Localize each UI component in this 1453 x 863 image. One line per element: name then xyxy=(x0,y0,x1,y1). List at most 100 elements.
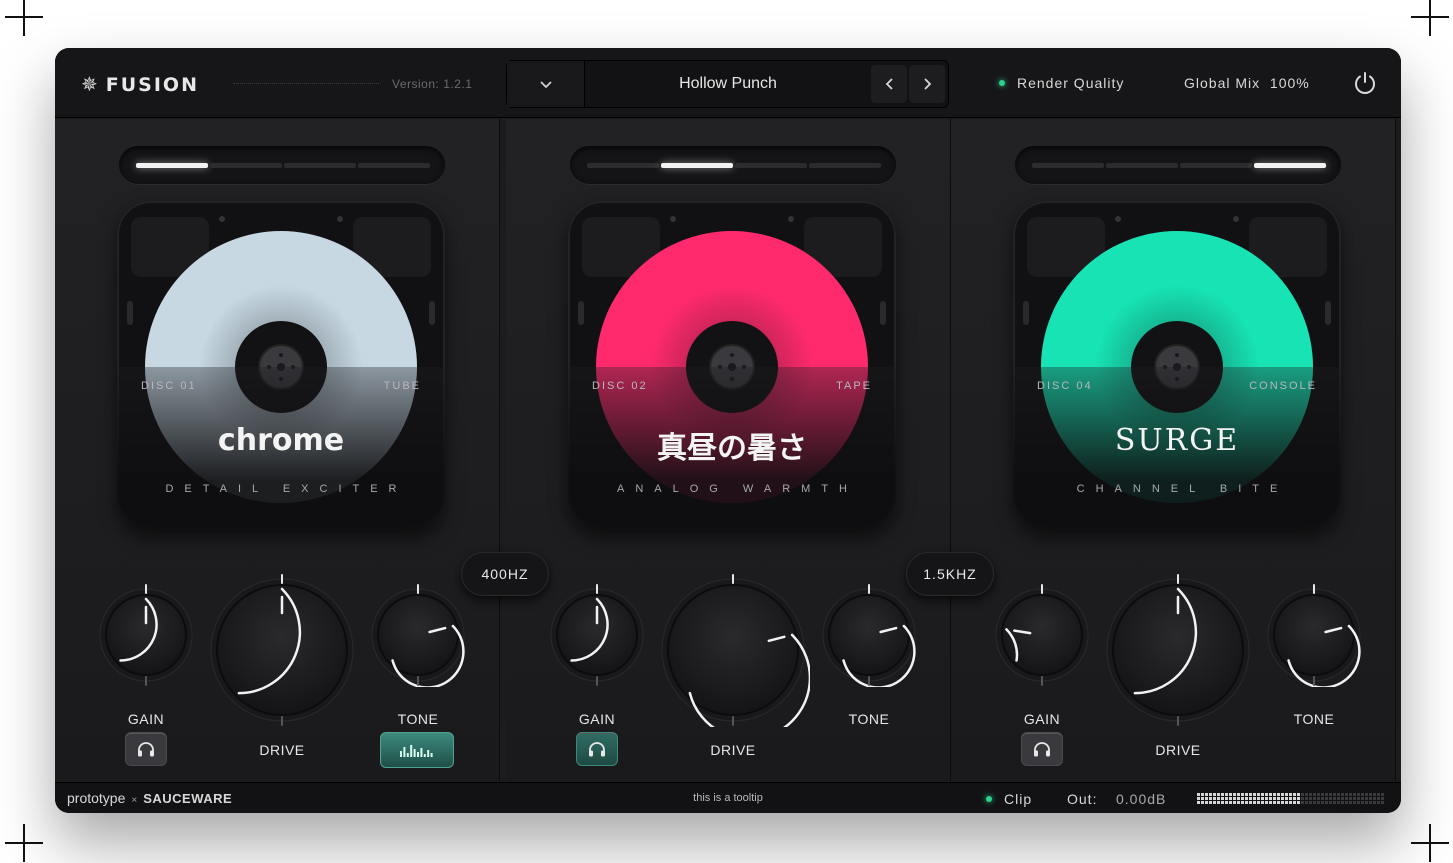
disc-selector-segment[interactable] xyxy=(661,163,733,168)
meter-cell xyxy=(1297,797,1300,800)
disc-title: chrome xyxy=(217,423,345,458)
disc-subtitle: CHANNEL BITE xyxy=(1076,483,1289,495)
gain-knob[interactable] xyxy=(545,583,649,692)
disc-selector xyxy=(570,146,896,184)
tone-analyzer-button[interactable] xyxy=(380,732,454,768)
preset-name[interactable]: Hollow Punch xyxy=(585,75,871,93)
render-quality-toggle[interactable]: Render Quality xyxy=(999,75,1124,91)
meter-cell xyxy=(1213,797,1216,800)
meter-cell xyxy=(1249,801,1252,804)
disc-selector xyxy=(119,146,445,184)
gain-knob[interactable] xyxy=(990,583,1094,692)
meter-cell xyxy=(1325,801,1328,804)
power-icon[interactable] xyxy=(1352,70,1378,96)
meter-cell xyxy=(1273,793,1276,796)
meter-cell xyxy=(1225,797,1228,800)
meter-cell xyxy=(1233,793,1236,796)
disc-selector-segment[interactable] xyxy=(1254,163,1326,168)
global-mix-control[interactable]: Global Mix 100% xyxy=(1184,75,1310,91)
meter-cell xyxy=(1313,797,1316,800)
crossover-low-control[interactable]: 400HZ xyxy=(461,552,549,596)
gain-knob[interactable] xyxy=(94,583,198,692)
meter-cell xyxy=(1381,797,1384,800)
gain-solo-button[interactable] xyxy=(1021,732,1063,766)
meter-cell xyxy=(1329,801,1332,804)
meter-cell xyxy=(1225,801,1228,804)
drive-1-knob-graphic xyxy=(661,574,812,741)
meter-cell xyxy=(1365,797,1368,800)
disc-type: CONSOLE xyxy=(1249,380,1317,392)
version-label: Version: 1.2.1 xyxy=(392,77,473,91)
clip-indicator[interactable]: Clip xyxy=(986,791,1032,807)
output-value: 0.00dB xyxy=(1116,791,1167,807)
meter-cell xyxy=(1349,797,1352,800)
disc-type: TAPE xyxy=(836,380,872,392)
tone-knob[interactable] xyxy=(1262,583,1366,692)
meter-cell xyxy=(1337,801,1340,804)
meter-cell xyxy=(1213,793,1216,796)
disc-title: 真昼の暑さ xyxy=(657,432,807,465)
meter-cell xyxy=(1273,797,1276,800)
meter-cell xyxy=(1217,801,1220,804)
meter-cell xyxy=(1285,793,1288,796)
meter-cell xyxy=(1365,801,1368,804)
disc-selector-segment[interactable] xyxy=(587,163,659,168)
corner-crosshair-icon xyxy=(5,824,43,862)
disc-selector-segment[interactable] xyxy=(136,163,208,168)
meter-cell xyxy=(1357,801,1360,804)
meter-cell xyxy=(1317,797,1320,800)
gain-solo-button[interactable] xyxy=(125,732,167,766)
header-divider xyxy=(233,83,381,84)
meter-cell xyxy=(1369,793,1372,796)
meter-cell xyxy=(1197,801,1200,804)
meter-cell xyxy=(1265,801,1268,804)
disc-selector-segment[interactable] xyxy=(1180,163,1252,168)
preset-prev-button[interactable] xyxy=(871,65,907,103)
meter-cell xyxy=(1241,801,1244,804)
disc-selector-segment[interactable] xyxy=(809,163,881,168)
preset-dropdown-button[interactable] xyxy=(507,61,585,107)
meter-cell xyxy=(1329,793,1332,796)
meter-cell xyxy=(1221,801,1224,804)
drive-knob[interactable] xyxy=(656,573,812,741)
meter-cell xyxy=(1381,801,1384,804)
tone-knob[interactable] xyxy=(817,583,921,692)
meter-cell xyxy=(1233,801,1236,804)
meter-cell xyxy=(1313,801,1316,804)
meter-cell xyxy=(1201,793,1204,796)
meter-cell xyxy=(1221,797,1224,800)
drive-2-knob-graphic xyxy=(1106,574,1250,726)
disc-subtitle: ANALOG WARMTH xyxy=(617,483,858,495)
tone-knob[interactable] xyxy=(366,583,470,692)
meter-cell xyxy=(1261,797,1264,800)
disc-selector-segment[interactable] xyxy=(358,163,430,168)
disc-display: DISC 04 CONSOLE SURGE CHANNEL BITE xyxy=(1013,201,1341,529)
tone-1-knob-graphic xyxy=(822,584,916,689)
corner-crosshair-icon xyxy=(1411,0,1449,36)
meter-cell xyxy=(1205,797,1208,800)
band-panel: DISC 01 TUBE chrome DETAIL EXCITER GAIN xyxy=(55,119,500,781)
meter-cell xyxy=(1277,793,1280,796)
preset-next-button[interactable] xyxy=(909,65,945,103)
crossover-high-control[interactable]: 1.5KHZ xyxy=(906,552,994,596)
meter-cell xyxy=(1333,793,1336,796)
disc-title: SURGE xyxy=(1114,423,1240,458)
disc-selector-segment[interactable] xyxy=(210,163,282,168)
gain-solo-button[interactable] xyxy=(576,732,618,766)
disc-selector-segment[interactable] xyxy=(1106,163,1178,168)
meter-cell xyxy=(1309,793,1312,796)
spectrum-meter-icon xyxy=(400,745,433,757)
meter-cell xyxy=(1257,801,1260,804)
drive-knob[interactable] xyxy=(205,573,359,732)
disc-selector-segment[interactable] xyxy=(735,163,807,168)
drive-knob[interactable] xyxy=(1101,573,1255,732)
disc-display: DISC 01 TUBE chrome DETAIL EXCITER xyxy=(117,201,445,529)
meter-cell xyxy=(1297,801,1300,804)
meter-cell xyxy=(1261,801,1264,804)
headphones-icon xyxy=(589,742,605,757)
meter-cell xyxy=(1289,801,1292,804)
meter-cell xyxy=(1317,801,1320,804)
disc-selector-segment[interactable] xyxy=(284,163,356,168)
disc-selector-segment[interactable] xyxy=(1032,163,1104,168)
meter-cell xyxy=(1321,793,1324,796)
